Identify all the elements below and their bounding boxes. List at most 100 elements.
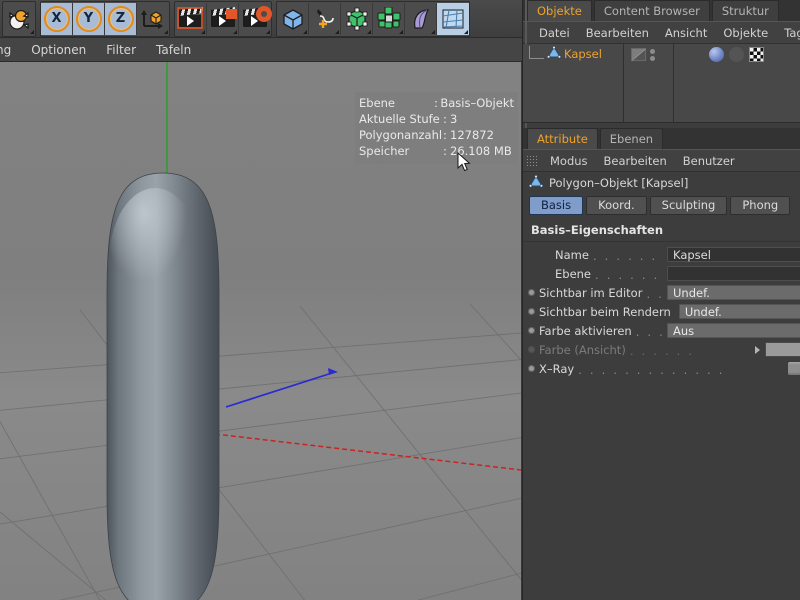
attribute-object-header: Polygon–Objekt [Kapsel] [523, 172, 800, 194]
property-row-sichtbar-beim-rendern: Sichtbar beim Rendern Undef. [523, 302, 800, 321]
toolbar-group-axes: X Y Z [40, 0, 170, 37]
farbe-aktivieren-select[interactable]: Aus [667, 323, 800, 338]
dropdown-corner [201, 29, 205, 34]
dropdown-corner [367, 29, 371, 34]
sichtbar-editor-select[interactable]: Undef. [667, 285, 800, 300]
subtab-sculpting[interactable]: Sculpting [649, 196, 728, 215]
dropdown-corner [164, 29, 168, 34]
viewport-menubar: ng Optionen Filter Tafeln [0, 38, 522, 62]
subtab-basis[interactable]: Basis [529, 196, 584, 215]
polygon-object-icon [546, 45, 562, 62]
hud-row: Speicher : 26.108 MB [355, 143, 518, 159]
leader-dots: . . . . . . . . . . . . . . [592, 249, 663, 260]
menu-item-datei[interactable]: Datei [531, 22, 578, 44]
animate-dot[interactable] [528, 365, 535, 372]
floor-environment-icon[interactable] [437, 2, 469, 35]
property-row-sichtbar-im-editor: Sichtbar im Editor . . . . Undef. [523, 283, 800, 302]
property-label: Sichtbar im Editor [539, 285, 643, 300]
leader-dots: . . . . . . . [635, 325, 663, 336]
menu-item-benutzer[interactable]: Benutzer [675, 150, 743, 172]
property-label: Sichtbar beim Rendern [539, 304, 671, 319]
object-tags[interactable] [709, 47, 764, 62]
dropdown-corner [464, 29, 468, 34]
sichtbar-rendern-select[interactable]: Undef. [678, 304, 800, 319]
leader-dots: . . . . . . [629, 344, 695, 355]
right-panel: Objekte Content Browser Struktur Datei B… [522, 0, 800, 600]
render-region-icon[interactable] [207, 2, 239, 35]
leader-dots: . . . . . . . . . . . . . [578, 363, 725, 374]
attribute-subtabs: Basis Koord. Sculpting Phong [523, 194, 800, 218]
nurbs-generator-icon[interactable] [341, 2, 373, 35]
axis-y-icon[interactable]: Y [73, 2, 105, 35]
phong-tag-icon[interactable] [729, 47, 744, 62]
menu-item-clipped[interactable]: ng [0, 38, 21, 62]
object-manager-list[interactable]: Kapsel [523, 44, 800, 123]
array-modeling-icon[interactable] [373, 2, 405, 35]
subtab-koord[interactable]: Koord. [586, 196, 647, 215]
property-label: Name [555, 247, 589, 262]
cube-primitive-icon[interactable] [277, 2, 309, 35]
animate-dot[interactable] [528, 308, 535, 315]
property-row-farbe-aktivieren: Farbe aktivieren . . . . . . . Aus [523, 321, 800, 340]
display-toggle-icon [631, 48, 647, 62]
hud-value: Basis–Objekt [440, 96, 514, 110]
attribute-manager: Attribute Ebenen Modus Bearbeiten Benutz… [523, 128, 800, 600]
visibility-dots-group[interactable] [631, 48, 655, 62]
capsule-mesh[interactable] [106, 172, 220, 600]
property-row-farbe-ansicht: Farbe (Ansicht) . . . . . . [523, 340, 800, 359]
tab-attribute[interactable]: Attribute [527, 128, 598, 149]
live-selection-icon[interactable] [3, 3, 35, 35]
spline-pen-icon[interactable] [309, 2, 341, 35]
leader-dots: . . . . . . . . . . . . . . [595, 268, 663, 279]
material-tag-icon[interactable] [709, 47, 724, 62]
property-row-name: Name . . . . . . . . . . . . . . Kapsel [523, 245, 800, 264]
hud-row: Polygonanzahl : 127872 [355, 127, 518, 143]
menu-item-tafeln[interactable]: Tafeln [146, 38, 201, 62]
animate-dot[interactable] [528, 327, 535, 334]
menu-item-tags[interactable]: Tags [776, 22, 800, 44]
x-ray-checkbox[interactable] [788, 362, 800, 375]
menu-item-ansicht[interactable]: Ansicht [657, 22, 715, 44]
menu-item-objekte[interactable]: Objekte [715, 22, 776, 44]
tab-ebenen[interactable]: Ebenen [599, 128, 664, 149]
axis-x-icon[interactable]: X [41, 2, 73, 35]
visibility-dots[interactable] [650, 49, 655, 61]
hud-key: Ebene [359, 96, 396, 110]
property-row-ebene: Ebene . . . . . . . . . . . . . . [523, 264, 800, 283]
expand-arrow-icon[interactable] [755, 345, 760, 354]
viewport-hud: Ebene : Basis–Objekt Aktuelle Stufe : 3 … [355, 92, 518, 164]
ebene-input[interactable] [667, 266, 800, 281]
menu-item-optionen[interactable]: Optionen [21, 38, 96, 62]
render-settings-icon[interactable] [239, 3, 271, 35]
farbe-ansicht-swatch[interactable] [765, 342, 800, 357]
texture-tag-icon[interactable] [749, 47, 764, 62]
property-label: X–Ray [539, 361, 575, 376]
hud-key: Speicher [359, 144, 410, 158]
world-object-coordinates-icon[interactable] [137, 3, 169, 35]
object-name-label[interactable]: Kapsel [564, 47, 602, 61]
menu-item-filter[interactable]: Filter [96, 38, 146, 62]
name-input[interactable]: Kapsel [667, 247, 800, 262]
menu-item-modus[interactable]: Modus [542, 150, 596, 172]
attribute-manager-tabrow: Attribute Ebenen [523, 128, 800, 150]
property-row-x-ray: X–Ray . . . . . . . . . . . . . [523, 359, 800, 378]
animate-dot[interactable] [528, 289, 535, 296]
drag-grip-icon[interactable] [526, 155, 537, 166]
mouse-cursor-icon [457, 151, 471, 173]
tab-struktur[interactable]: Struktur [711, 0, 779, 21]
hud-separator: : [443, 144, 447, 158]
render-view-icon[interactable] [175, 2, 207, 35]
menu-item-bearbeiten[interactable]: Bearbeiten [596, 150, 675, 172]
viewport-grid [0, 303, 521, 600]
menu-item-bearbeiten[interactable]: Bearbeiten [578, 22, 657, 44]
column-divider [673, 44, 674, 122]
property-label: Farbe aktivieren [539, 323, 632, 338]
perspective-viewport[interactable]: Ebene : Basis–Objekt Aktuelle Stufe : 3 … [0, 62, 521, 600]
subtab-phong[interactable]: Phong [730, 196, 791, 215]
tab-objekte[interactable]: Objekte [527, 0, 592, 21]
axis-z-icon[interactable]: Z [105, 2, 137, 35]
tree-connector-icon [529, 45, 544, 59]
polygon-object-icon [528, 174, 544, 191]
bend-deformer-icon[interactable] [405, 2, 437, 35]
tab-content-browser[interactable]: Content Browser [593, 0, 710, 21]
